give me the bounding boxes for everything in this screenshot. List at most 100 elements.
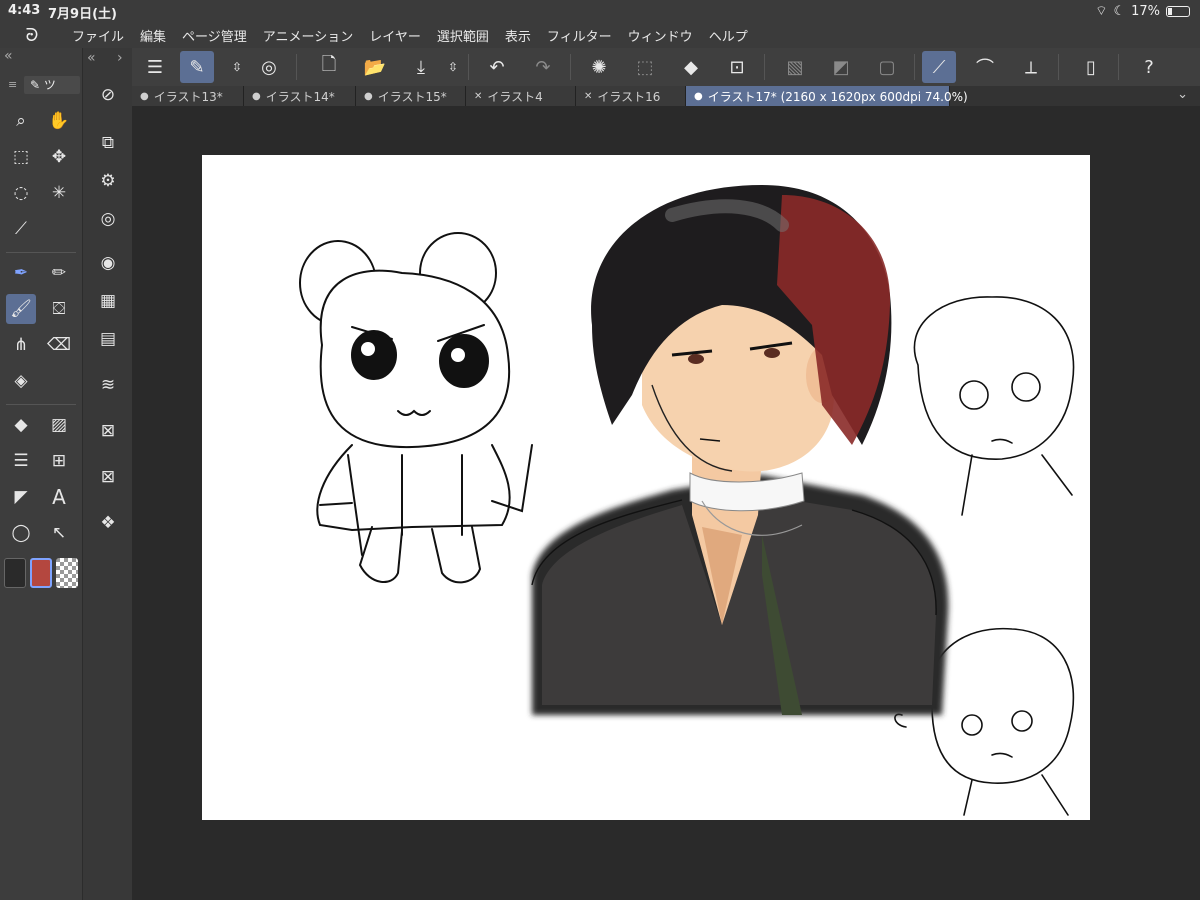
moon-icon: ☾ bbox=[1113, 3, 1126, 19]
main-character bbox=[531, 185, 949, 715]
sub-color-swatch[interactable] bbox=[30, 558, 52, 588]
airbrush-icon[interactable]: ⛋ bbox=[44, 294, 74, 324]
correct-line-icon[interactable]: ↖ bbox=[44, 518, 74, 548]
tab-illust13[interactable]: ● イラスト13* bbox=[132, 86, 244, 106]
material-icon[interactable]: ❖ bbox=[93, 508, 123, 538]
menu-layer[interactable]: レイヤー bbox=[361, 26, 429, 45]
fill-icon[interactable]: ◆ bbox=[6, 410, 36, 440]
magic-wand-icon[interactable]: ✳ bbox=[44, 178, 74, 208]
hand-icon[interactable]: ✋ bbox=[44, 106, 74, 136]
tool-palette-header: « ≡ ✎ ツ bbox=[0, 48, 82, 94]
tab-illust14[interactable]: ● イラスト14* bbox=[244, 86, 356, 106]
expand-icon[interactable]: › bbox=[117, 50, 123, 66]
tab-illust15[interactable]: ● イラスト15* bbox=[356, 86, 466, 106]
crop-icon[interactable]: ◩ bbox=[824, 51, 858, 83]
snap-ruler-icon[interactable]: ⟋ bbox=[922, 51, 956, 83]
frame-border-icon[interactable]: ⊞ bbox=[44, 446, 74, 476]
navigator-icon[interactable]: ⊘ bbox=[93, 80, 123, 110]
divider bbox=[6, 252, 76, 253]
redo-icon[interactable]: ↷ bbox=[526, 51, 560, 83]
brush-icon[interactable]: 🖌 bbox=[6, 294, 36, 324]
collapse-left-icon[interactable]: « bbox=[4, 48, 13, 64]
smartphone-icon[interactable]: ▯ bbox=[1074, 51, 1108, 83]
sketch-head-top bbox=[913, 296, 1075, 516]
spiral-icon[interactable]: ◎ bbox=[252, 51, 286, 83]
menu-icon[interactable]: ☰ bbox=[138, 51, 172, 83]
pencil-icon[interactable]: ✏ bbox=[44, 258, 74, 288]
eraser-icon[interactable]: ⌫ bbox=[44, 330, 74, 360]
pen-icon[interactable]: ✒ bbox=[6, 258, 36, 288]
new-file-icon[interactable]: 🗋 bbox=[312, 51, 346, 83]
selection-border-icon[interactable]: ▢ bbox=[870, 51, 904, 83]
menu-help[interactable]: ヘルプ bbox=[701, 26, 756, 45]
app-logo-icon[interactable]: ᘒ bbox=[0, 25, 64, 46]
palette-bar: « › ⊘ ⧉ ⚙ ◎ ◉ ▦ ▤ ≋ ⊠ ⊠ ❖ bbox=[82, 48, 132, 900]
divider bbox=[468, 54, 469, 80]
layer-search-icon[interactable]: ⊠ bbox=[93, 462, 123, 492]
divider bbox=[296, 54, 297, 80]
undo-icon[interactable]: ↶ bbox=[480, 51, 514, 83]
color-wheel-icon[interactable]: ◉ bbox=[93, 248, 123, 278]
ruler-icon[interactable]: ◤ bbox=[6, 482, 36, 512]
quick-access-icon[interactable]: ✎ bbox=[180, 51, 214, 83]
menu-window[interactable]: ウィンドウ bbox=[620, 26, 701, 45]
close-icon[interactable]: ✕ bbox=[474, 91, 482, 102]
divider bbox=[6, 404, 76, 405]
lasso-icon[interactable]: ◌ bbox=[6, 178, 36, 208]
up-down-chevron-icon[interactable]: ⇳ bbox=[444, 51, 462, 83]
tab-illust16[interactable]: ✕ イラスト16 bbox=[576, 86, 686, 106]
chevron-down-icon[interactable]: ⌄ bbox=[1177, 87, 1188, 102]
menu-animation[interactable]: アニメーション bbox=[255, 26, 361, 45]
move-icon[interactable]: ✥ bbox=[44, 142, 74, 172]
decoration-icon[interactable]: ⋔ bbox=[6, 330, 36, 360]
gradient-icon[interactable]: ▨ bbox=[44, 410, 74, 440]
menu-view[interactable]: 表示 bbox=[497, 26, 539, 45]
layer-property-icon[interactable]: ⊠ bbox=[93, 416, 123, 446]
menu-bar: ᘒ ファイル 編集 ページ管理 アニメーション レイヤー 選択範囲 表示 フィル… bbox=[0, 22, 1200, 48]
document-tabs: ● イラスト13* ● イラスト14* ● イラスト15* ✕ イラスト4 ✕ イラスト1… bbox=[132, 86, 1200, 106]
tool-tab[interactable]: ✎ ツ bbox=[24, 76, 80, 94]
balloon-icon[interactable]: ◯ bbox=[6, 518, 36, 548]
menu-edit[interactable]: 編集 bbox=[132, 26, 174, 45]
drawing-canvas[interactable] bbox=[202, 155, 1090, 820]
snap-special-ruler-icon[interactable]: ⌒ bbox=[968, 51, 1002, 83]
object-select-icon[interactable]: ⬚ bbox=[6, 142, 36, 172]
menu-lines-icon[interactable]: ≡ bbox=[8, 78, 17, 91]
save-icon[interactable]: ⤓ bbox=[404, 51, 438, 83]
figure-icon[interactable]: ☰ bbox=[6, 446, 36, 476]
transform-icon[interactable]: ⊡ bbox=[720, 51, 754, 83]
menu-selection[interactable]: 選択範囲 bbox=[429, 26, 497, 45]
up-down-chevron-icon[interactable]: ⇳ bbox=[228, 51, 246, 83]
help-icon[interactable]: ? bbox=[1132, 51, 1166, 83]
eyedropper-icon[interactable]: ⟋ bbox=[6, 214, 36, 244]
tool-panels: « ≡ ✎ ツ ⌕ ✋ ⬚ ✥ ◌ ✳ ⟋ ✒ ✏ 🖌 ⛋ ⋔ ⌫ ◈ ◆ ▨ … bbox=[0, 48, 132, 900]
tab-illust4[interactable]: ✕ イラスト4 bbox=[466, 86, 576, 106]
menu-file[interactable]: ファイル bbox=[64, 26, 132, 45]
divider bbox=[1118, 54, 1119, 80]
zoom-icon[interactable]: ⌕ bbox=[6, 106, 36, 136]
deselect-icon[interactable]: ✺ bbox=[582, 51, 616, 83]
divider bbox=[764, 54, 765, 80]
hide-selection-icon[interactable]: ▧ bbox=[778, 51, 812, 83]
tool-property-icon[interactable]: ⚙ bbox=[93, 166, 123, 196]
sub-tool-icon[interactable]: ⧉ bbox=[93, 128, 123, 158]
open-folder-icon[interactable]: 📂 bbox=[358, 51, 392, 83]
fill-bucket-icon[interactable]: ◆ bbox=[674, 51, 708, 83]
close-icon[interactable]: ✕ bbox=[584, 91, 592, 102]
layer-icon[interactable]: ≋ bbox=[93, 370, 123, 400]
snap-grid-icon[interactable]: ⟂ bbox=[1014, 51, 1048, 83]
color-set-icon[interactable]: ▦ bbox=[93, 286, 123, 316]
collapse-icon[interactable]: « bbox=[87, 50, 96, 66]
artwork bbox=[299, 185, 1075, 816]
menu-filter[interactable]: フィルター bbox=[539, 26, 620, 45]
brush-size-icon[interactable]: ◎ bbox=[93, 204, 123, 234]
menu-page-manage[interactable]: ページ管理 bbox=[174, 26, 255, 45]
clear-icon[interactable]: ⬚ bbox=[628, 51, 662, 83]
timeline-icon[interactable]: ▤ bbox=[93, 324, 123, 354]
text-icon[interactable]: A bbox=[44, 482, 74, 512]
date: 7月9日(土) bbox=[48, 7, 117, 22]
main-color-swatch[interactable] bbox=[4, 558, 26, 588]
transparent-color-swatch[interactable] bbox=[56, 558, 78, 588]
tab-illust17[interactable]: ● イラスト17* (2160 x 1620px 600dpi 74.0%) bbox=[686, 86, 968, 106]
blend-icon[interactable]: ◈ bbox=[6, 366, 36, 396]
